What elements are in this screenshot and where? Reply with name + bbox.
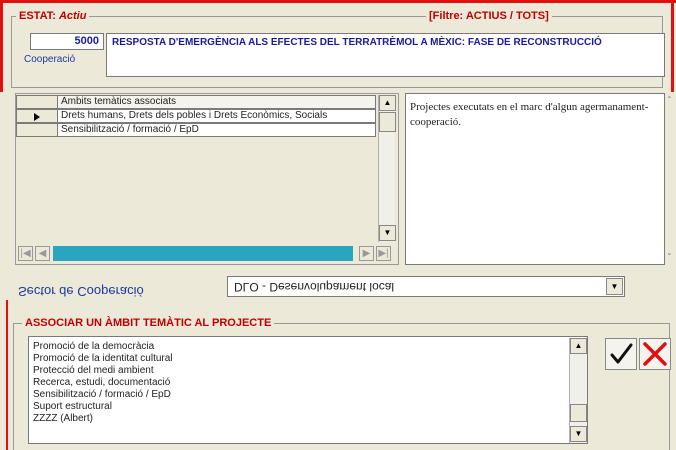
scroll-thumb[interactable]: [570, 404, 587, 422]
sector-selected-value: DLO - Desenvolupament local: [234, 280, 395, 294]
row-selector[interactable]: [16, 123, 58, 137]
window-frame-left-lower: [6, 300, 8, 450]
list-item[interactable]: Protecció del medi ambient: [29, 365, 587, 377]
row-selector[interactable]: [16, 109, 58, 123]
table-row[interactable]: Drets humans, Drets dels pobles i Drets …: [16, 109, 376, 123]
scroll-down-arrow-icon[interactable]: ▼: [570, 426, 587, 442]
confirm-button[interactable]: [605, 338, 637, 370]
sector-label: Sector de Cooperació: [18, 284, 144, 299]
table-row[interactable]: Sensibilització / formació / EpD: [16, 123, 376, 137]
window-frame-right: [671, 0, 674, 92]
thematic-area-listbox[interactable]: Promoció de la democràcia Promoció de la…: [28, 336, 588, 444]
scroll-down-arrow-icon[interactable]: ⌄: [666, 248, 673, 257]
next-record-icon[interactable]: ▶: [359, 246, 374, 261]
previous-record-icon[interactable]: ◀: [35, 246, 50, 261]
grid-column-header[interactable]: Àmbits temàtics associats: [58, 95, 376, 109]
list-item[interactable]: Recerca, estudi, documentació: [29, 377, 587, 389]
scroll-track[interactable]: [53, 246, 353, 261]
last-record-icon[interactable]: ▶|: [376, 246, 391, 261]
scroll-thumb[interactable]: [379, 112, 396, 132]
scroll-up-arrow-icon[interactable]: ▲: [379, 95, 396, 111]
filter-toggle[interactable]: [Filtre: ACTIUS / TOTS]: [426, 10, 552, 22]
status-label: ESTAT:: [19, 10, 56, 22]
sector-dropdown[interactable]: DLO - Desenvolupament local ▼: [227, 276, 625, 297]
dropdown-arrow-icon[interactable]: ▼: [606, 278, 623, 295]
list-item[interactable]: Sensibilització / formació / EpD: [29, 389, 587, 401]
window-frame-left: [0, 0, 3, 92]
first-record-icon[interactable]: |◀: [18, 246, 33, 261]
project-type-label: Cooperació: [24, 54, 76, 65]
listbox-scrollbar[interactable]: ▲ ▼: [569, 338, 587, 443]
window-frame-top: [0, 0, 676, 3]
list-item[interactable]: Promoció de la identitat cultural: [29, 353, 587, 365]
description-scrollbar[interactable]: ⌃ ⌄: [666, 93, 676, 265]
cancel-button[interactable]: [639, 338, 671, 370]
checkmark-icon: [610, 343, 633, 364]
grid-corner: [16, 95, 58, 109]
list-item[interactable]: Suport estructural: [29, 401, 587, 413]
project-title-field[interactable]: RESPOSTA D'EMERGÈNCIA ALS EFECTES DEL TE…: [106, 33, 665, 77]
project-code-field[interactable]: 5000: [30, 33, 104, 50]
grid-header-row: Àmbits temàtics associats: [16, 95, 376, 109]
current-row-pointer-icon: [34, 113, 40, 121]
status-value: Actiu: [58, 10, 87, 22]
table-cell[interactable]: Sensibilització / formació / EpD: [58, 123, 376, 137]
grid-vertical-scrollbar[interactable]: ▲ ▼: [378, 95, 396, 242]
thematic-description: Projectes executats en el marc d'algun a…: [405, 93, 665, 265]
associate-legend: ASSOCIAR UN ÀMBIT TEMÀTIC AL PROJECTE: [22, 317, 275, 329]
status-legend: ESTAT: Actiu: [16, 10, 90, 22]
scroll-up-arrow-icon[interactable]: ▲: [570, 338, 587, 354]
thematic-areas-grid[interactable]: Àmbits temàtics associats Drets humans, …: [15, 93, 399, 265]
table-cell[interactable]: Drets humans, Drets dels pobles i Drets …: [58, 109, 376, 123]
close-icon: [643, 342, 667, 366]
list-item[interactable]: Promoció de la democràcia: [29, 341, 587, 353]
scroll-down-arrow-icon[interactable]: ▼: [379, 225, 396, 241]
list-item[interactable]: ZZZZ (Albert): [29, 413, 587, 425]
scroll-up-arrow-icon[interactable]: ⌃: [666, 95, 673, 104]
grid-horizontal-scrollbar[interactable]: |◀ ◀ ▶ ▶|: [18, 245, 394, 262]
